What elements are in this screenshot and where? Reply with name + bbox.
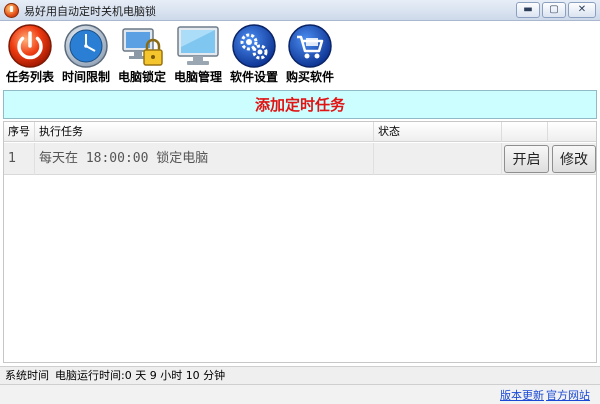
gears-icon [232,24,276,68]
uptime-text: 电脑运行时间:0 天 9 小时 10 分钟 [55,369,226,382]
app-power-icon [4,3,19,18]
column-header-seq[interactable]: 序号 [4,122,35,142]
toolbar-software-settings[interactable]: 软件设置 [226,21,282,85]
table-header: 序号 执行任务 状态 [4,122,596,142]
main-toolbar: 任务列表 时间限制 电脑锁定 电脑管理 软件设置 购买软件 [0,21,600,85]
lock-computer-icon [122,28,163,66]
window-controls: ▬ ▢ ✕ [516,2,596,18]
row-task: 每天在 18:00:00 锁定电脑 [35,143,374,175]
edit-button[interactable]: 修改 [552,145,596,173]
system-time-label: 系统时间 [5,369,49,382]
title-bar: 易好用自动定时关机电脑锁 ▬ ▢ ✕ [0,0,600,21]
power-icon [8,24,52,68]
start-button[interactable]: 开启 [504,145,549,173]
toolbar-label: 电脑锁定 [117,70,166,84]
add-timed-task-button[interactable]: 添加定时任务 [3,90,597,119]
status-bar: 系统时间 电脑运行时间:0 天 9 小时 10 分钟 [0,366,600,385]
toolbar-label: 软件设置 [229,70,278,84]
clock-icon [64,24,108,68]
toolbar-task-list[interactable]: 任务列表 [2,21,58,85]
toolbar-computer-management[interactable]: 电脑管理 [170,21,226,85]
toolbar-label: 电脑管理 [173,70,222,84]
window-title: 易好用自动定时关机电脑锁 [24,5,156,18]
column-header-task[interactable]: 执行任务 [35,122,374,142]
cart-icon [288,24,332,68]
toolbar-label: 时间限制 [61,70,110,84]
toolbar-time-limit[interactable]: 时间限制 [58,21,114,85]
toolbar-label: 任务列表 [5,70,54,84]
close-button[interactable]: ✕ [568,2,596,18]
toolbar-label: 购买软件 [285,70,334,84]
official-website-link[interactable]: 官方网站 [546,387,590,403]
toolbar-buy-software[interactable]: 购买软件 [282,21,338,85]
row-seq: 1 [4,143,35,175]
maximize-button[interactable]: ▢ [542,2,566,18]
row-status [374,143,502,175]
minimize-button[interactable]: ▬ [516,2,540,18]
task-table: 序号 执行任务 状态 1 每天在 18:00:00 锁定电脑 开启 修改 [3,121,597,363]
version-update-link[interactable]: 版本更新 [500,387,544,403]
column-header-status[interactable]: 状态 [374,122,502,142]
column-header-blank [502,122,548,142]
toolbar-lock-computer[interactable]: 电脑锁定 [114,21,170,85]
monitor-icon [177,26,219,65]
footer: 版本更新 官方网站 [0,385,600,404]
table-row[interactable]: 1 每天在 18:00:00 锁定电脑 开启 修改 [4,143,596,175]
